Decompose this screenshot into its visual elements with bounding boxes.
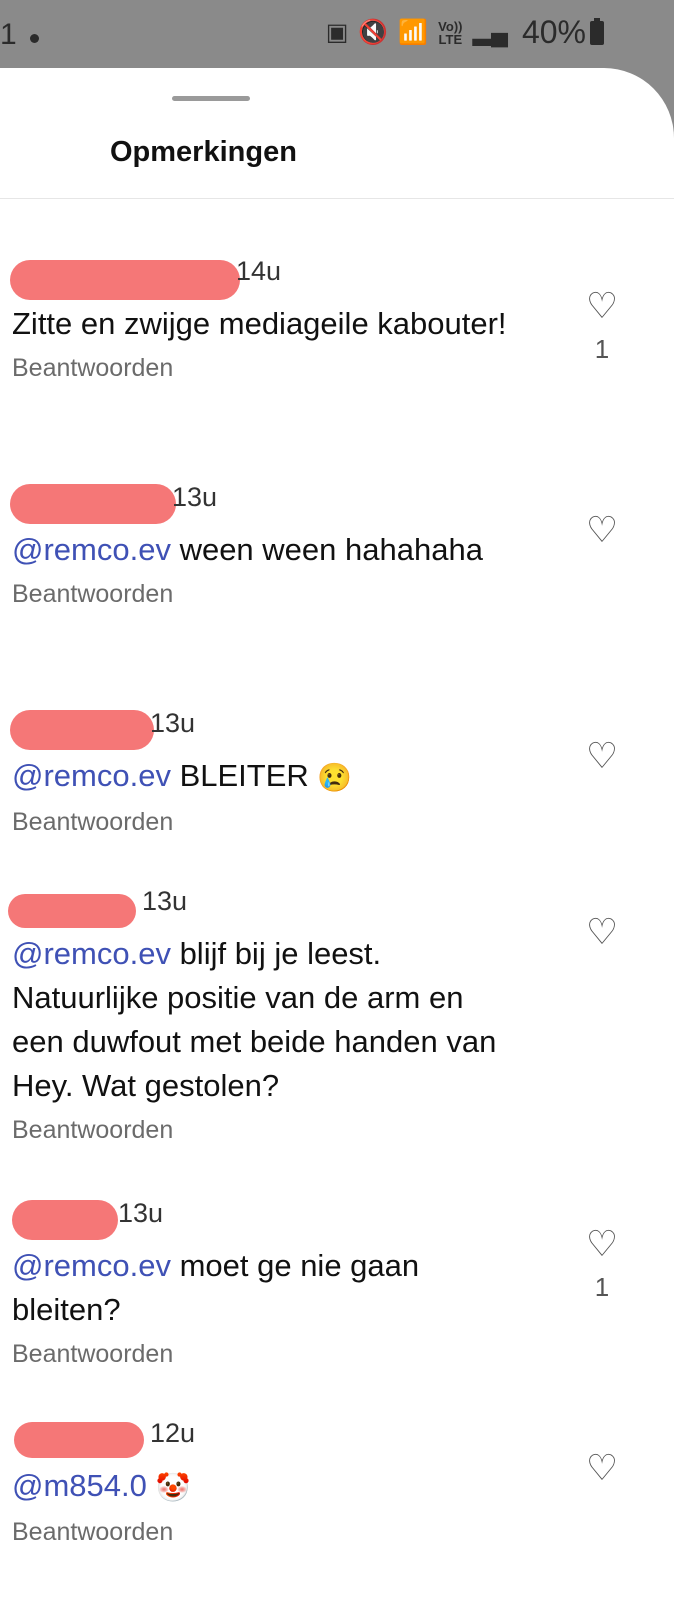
like-control[interactable]: ♡	[582, 738, 622, 774]
wifi-icon: 📶	[398, 19, 429, 46]
comment-text: @m854.0 🤡	[0, 1464, 512, 1510]
redacted-username	[10, 260, 240, 300]
crying-face-icon: 😢	[317, 761, 353, 793]
mention-link[interactable]: @remco.ev	[12, 1248, 171, 1283]
comment-time: 13u	[142, 886, 188, 916]
comment-item: 12u @m854.0 🤡 Beantwoorden ♡	[0, 1418, 674, 1547]
comment-text: @remco.ev ween ween hahahaha	[0, 528, 512, 572]
clown-face-icon: 🤡	[155, 1471, 191, 1503]
like-control[interactable]: ♡	[582, 1450, 622, 1486]
comment-time: 12u	[150, 1418, 196, 1448]
comment-text: @remco.ev BLEITER 😢	[0, 754, 512, 800]
battery-percent: 40%	[521, 14, 586, 50]
sheet-title: Opmerkingen	[110, 136, 297, 168]
drag-handle[interactable]	[172, 96, 250, 101]
divider	[0, 198, 674, 199]
comment-item: 14u Zitte en zwijge mediageile kabouter!…	[0, 256, 674, 383]
heart-icon[interactable]: ♡	[582, 512, 622, 548]
battery-icon	[590, 17, 604, 45]
status-left-glyph: 1	[0, 18, 17, 51]
like-control[interactable]: ♡ 1	[582, 288, 622, 365]
comment-meta: 13u	[0, 886, 674, 932]
mention-link[interactable]: @remco.ev	[12, 532, 171, 567]
heart-icon[interactable]: ♡	[582, 1450, 622, 1486]
comment-body: BLEITER	[170, 758, 318, 793]
comment-time: 13u	[172, 482, 218, 512]
comment-meta: 14u	[0, 256, 674, 302]
like-control[interactable]: ♡	[582, 914, 622, 950]
comment-meta: 13u	[0, 482, 674, 528]
comment-item: 13u @remco.ev BLEITER 😢 Beantwoorden ♡	[0, 708, 674, 837]
like-control[interactable]: ♡	[582, 512, 622, 548]
comment-body: Zitte en zwijge mediageile kabouter!	[12, 306, 507, 341]
signal-icon: ▂▄	[472, 19, 508, 46]
comment-body: ween ween hahahaha	[170, 532, 483, 567]
heart-icon[interactable]: ♡	[582, 288, 622, 324]
comment-meta: 13u	[0, 1198, 674, 1244]
redacted-username	[12, 1200, 118, 1240]
redacted-username	[8, 894, 136, 928]
reply-button[interactable]: Beantwoorden	[0, 1518, 674, 1547]
redacted-username	[10, 710, 154, 750]
comment-meta: 12u	[0, 1418, 674, 1464]
battery-saver-icon: ▣	[325, 19, 349, 46]
reply-button[interactable]: Beantwoorden	[0, 1340, 674, 1369]
heart-icon[interactable]: ♡	[582, 914, 622, 950]
like-count: 1	[594, 1272, 610, 1302]
notification-dot-icon	[30, 34, 39, 43]
comment-text: Zitte en zwijge mediageile kabouter!	[0, 302, 512, 346]
comment-item: 13u @remco.ev moet ge nie gaan bleiten? …	[0, 1198, 674, 1369]
status-icons: ▣ 🔇 📶 Vo)) LTE ▂▄ 40%	[326, 14, 604, 51]
comment-text: @remco.ev blijf bij je leest. Natuurlijk…	[0, 932, 512, 1108]
redacted-username	[10, 484, 176, 524]
comment-time: 14u	[236, 256, 282, 286]
like-count: 1	[594, 334, 610, 364]
comment-time: 13u	[150, 708, 196, 738]
comment-meta: 13u	[0, 708, 674, 754]
comment-body	[147, 1468, 156, 1503]
comment-text: @remco.ev moet ge nie gaan bleiten?	[0, 1244, 512, 1332]
reply-button[interactable]: Beantwoorden	[0, 808, 674, 837]
comments-sheet: Opmerkingen 14u Zitte en zwijge mediagei…	[0, 68, 674, 1608]
mention-link[interactable]: @remco.ev	[12, 936, 171, 971]
mention-link[interactable]: @m854.0	[12, 1468, 147, 1503]
like-control[interactable]: ♡ 1	[582, 1226, 622, 1303]
reply-button[interactable]: Beantwoorden	[0, 1116, 674, 1145]
heart-icon[interactable]: ♡	[582, 738, 622, 774]
comment-time: 13u	[118, 1198, 164, 1228]
heart-icon[interactable]: ♡	[582, 1226, 622, 1262]
comment-item: 13u @remco.ev ween ween hahahaha Beantwo…	[0, 482, 674, 609]
reply-button[interactable]: Beantwoorden	[0, 580, 674, 609]
redacted-username	[14, 1422, 144, 1458]
mute-icon: 🔇	[358, 19, 389, 46]
volte-icon: Vo)) LTE	[438, 18, 463, 47]
reply-button[interactable]: Beantwoorden	[0, 354, 674, 383]
comment-item: 13u @remco.ev blijf bij je leest. Natuur…	[0, 886, 674, 1145]
status-bar: 1 ▣ 🔇 📶 Vo)) LTE ▂▄ 40%	[0, 0, 674, 70]
mention-link[interactable]: @remco.ev	[12, 758, 171, 793]
